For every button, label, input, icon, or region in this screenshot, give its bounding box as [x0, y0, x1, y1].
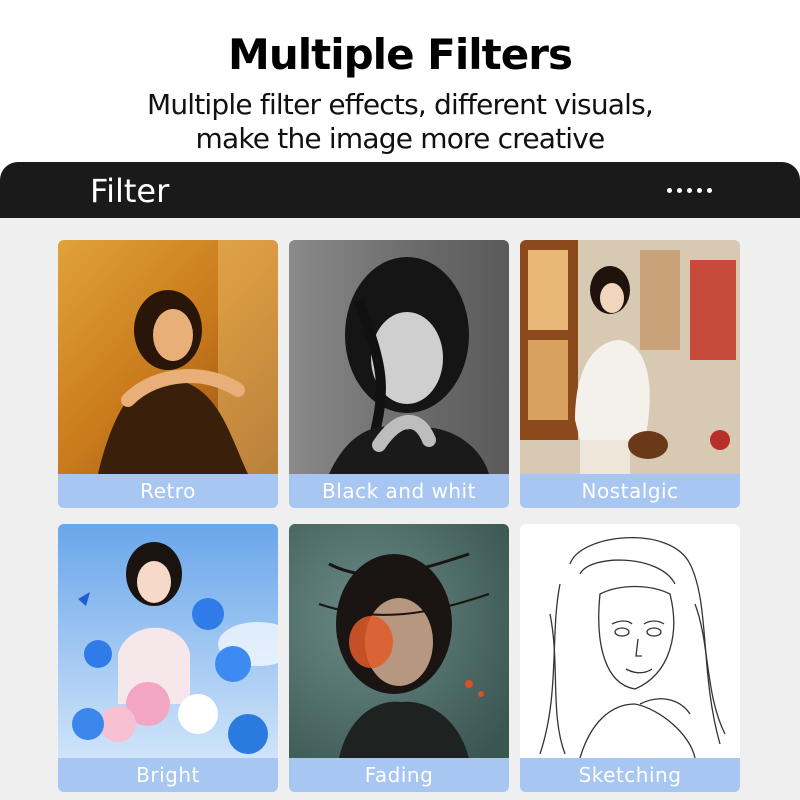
fading-preview-image	[289, 524, 509, 758]
filter-label: Fading	[289, 758, 509, 792]
filter-card-bright[interactable]: Bright	[58, 524, 278, 792]
bright-preview-image	[58, 524, 278, 758]
filter-panel-title: Filter	[90, 172, 170, 210]
filter-card-fading[interactable]: Fading	[289, 524, 509, 792]
bw-preview-image	[289, 240, 509, 474]
filter-label: Retro	[58, 474, 278, 508]
filter-panel-header: Filter	[0, 162, 800, 218]
retro-preview-image	[58, 240, 278, 474]
filter-label: Black and whit	[289, 474, 509, 508]
more-dots-icon[interactable]	[667, 188, 712, 193]
filter-label: Sketching	[520, 758, 740, 792]
subtitle-line-1: Multiple filter effects, different visua…	[146, 88, 654, 121]
subtitle-line-2: make the image more creative	[195, 122, 605, 155]
filter-card-sketching[interactable]: Sketching	[520, 524, 740, 792]
filter-label: Bright	[58, 758, 278, 792]
filter-card-retro[interactable]: Retro	[58, 240, 278, 508]
filter-label: Nostalgic	[520, 474, 740, 508]
nostalgic-preview-image	[520, 240, 740, 474]
headline-title: Multiple Filters	[228, 30, 573, 79]
filter-card-black-and-white[interactable]: Black and whit	[289, 240, 509, 508]
headline-subtitle: Multiple filter effects, different visua…	[0, 88, 800, 156]
filter-card-nostalgic[interactable]: Nostalgic	[520, 240, 740, 508]
sketching-preview-image	[520, 524, 740, 758]
